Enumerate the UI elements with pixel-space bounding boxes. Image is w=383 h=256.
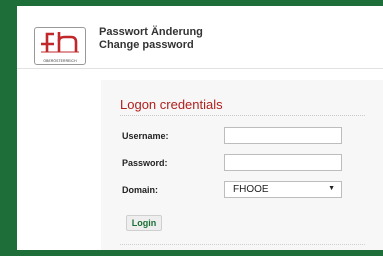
username-label: Username: — [122, 131, 169, 141]
section-divider — [120, 115, 365, 116]
domain-select[interactable]: FHOOE ▼ — [224, 181, 342, 198]
title-english: Change password — [99, 39, 194, 51]
fh-logo-icon — [41, 32, 79, 53]
password-field[interactable] — [224, 154, 342, 171]
login-panel: Logon credentials Username: Password: Do… — [101, 80, 383, 250]
title-german: Passwort Änderung — [99, 26, 203, 38]
username-field[interactable] — [224, 127, 342, 144]
login-button[interactable]: Login — [126, 215, 162, 231]
section-title: Logon credentials — [120, 97, 223, 112]
page-frame: OBERÖSTERREICH Passwort Änderung Change … — [17, 6, 383, 250]
chevron-down-icon: ▼ — [328, 185, 335, 192]
bottom-divider — [120, 244, 365, 245]
domain-select-value: FHOOE — [233, 184, 269, 195]
page-title: Passwort Änderung Change password — [99, 26, 203, 52]
page-header: OBERÖSTERREICH Passwort Änderung Change … — [17, 6, 383, 69]
fh-logo: OBERÖSTERREICH — [34, 27, 86, 65]
logo-caption: OBERÖSTERREICH — [43, 59, 77, 63]
domain-label: Domain: — [122, 185, 158, 195]
password-label: Password: — [122, 158, 168, 168]
